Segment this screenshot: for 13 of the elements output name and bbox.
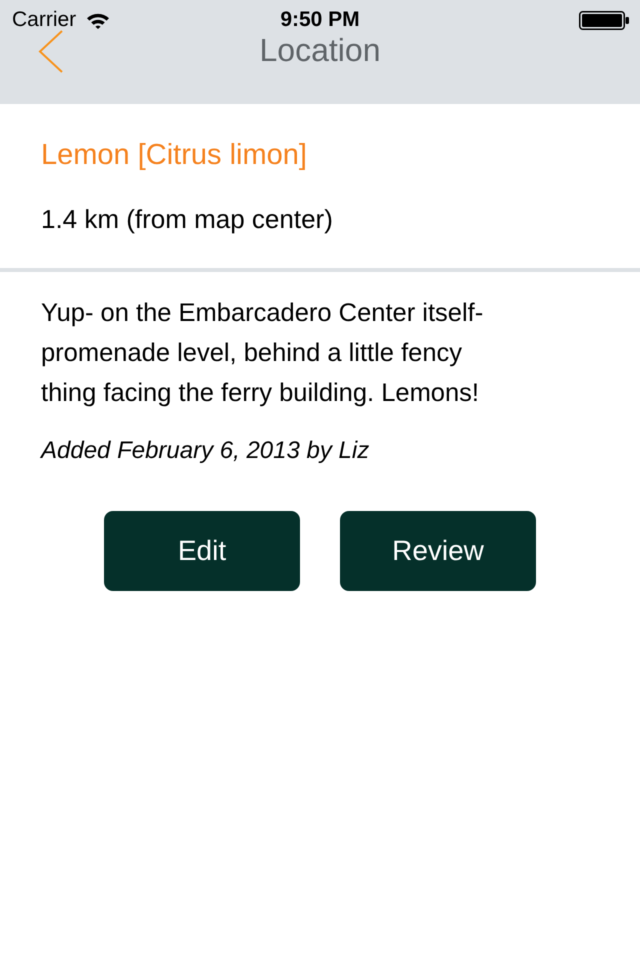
time-text: 9:50 PM (280, 8, 360, 32)
chevron-left-icon (38, 30, 63, 73)
wifi-icon (86, 12, 110, 28)
battery-icon (579, 10, 629, 30)
description-text: Yup- on the Embarcadero Center itself- promenade level, behind a little fency thing facing the ferry building. Lemons! (41, 298, 484, 409)
back-button[interactable] (38, 30, 63, 73)
added-text: Added February 6, 2013 by Liz (41, 437, 370, 466)
edit-button[interactable]: Edit (104, 510, 300, 591)
screen-title: Location (260, 34, 380, 66)
plant-name: Lemon [Citrus limon] (41, 138, 308, 173)
review-button[interactable]: Review (340, 510, 536, 591)
carrier-text: Carrier (12, 8, 76, 32)
distance-text: 1.4 km (from map center) (41, 204, 334, 235)
